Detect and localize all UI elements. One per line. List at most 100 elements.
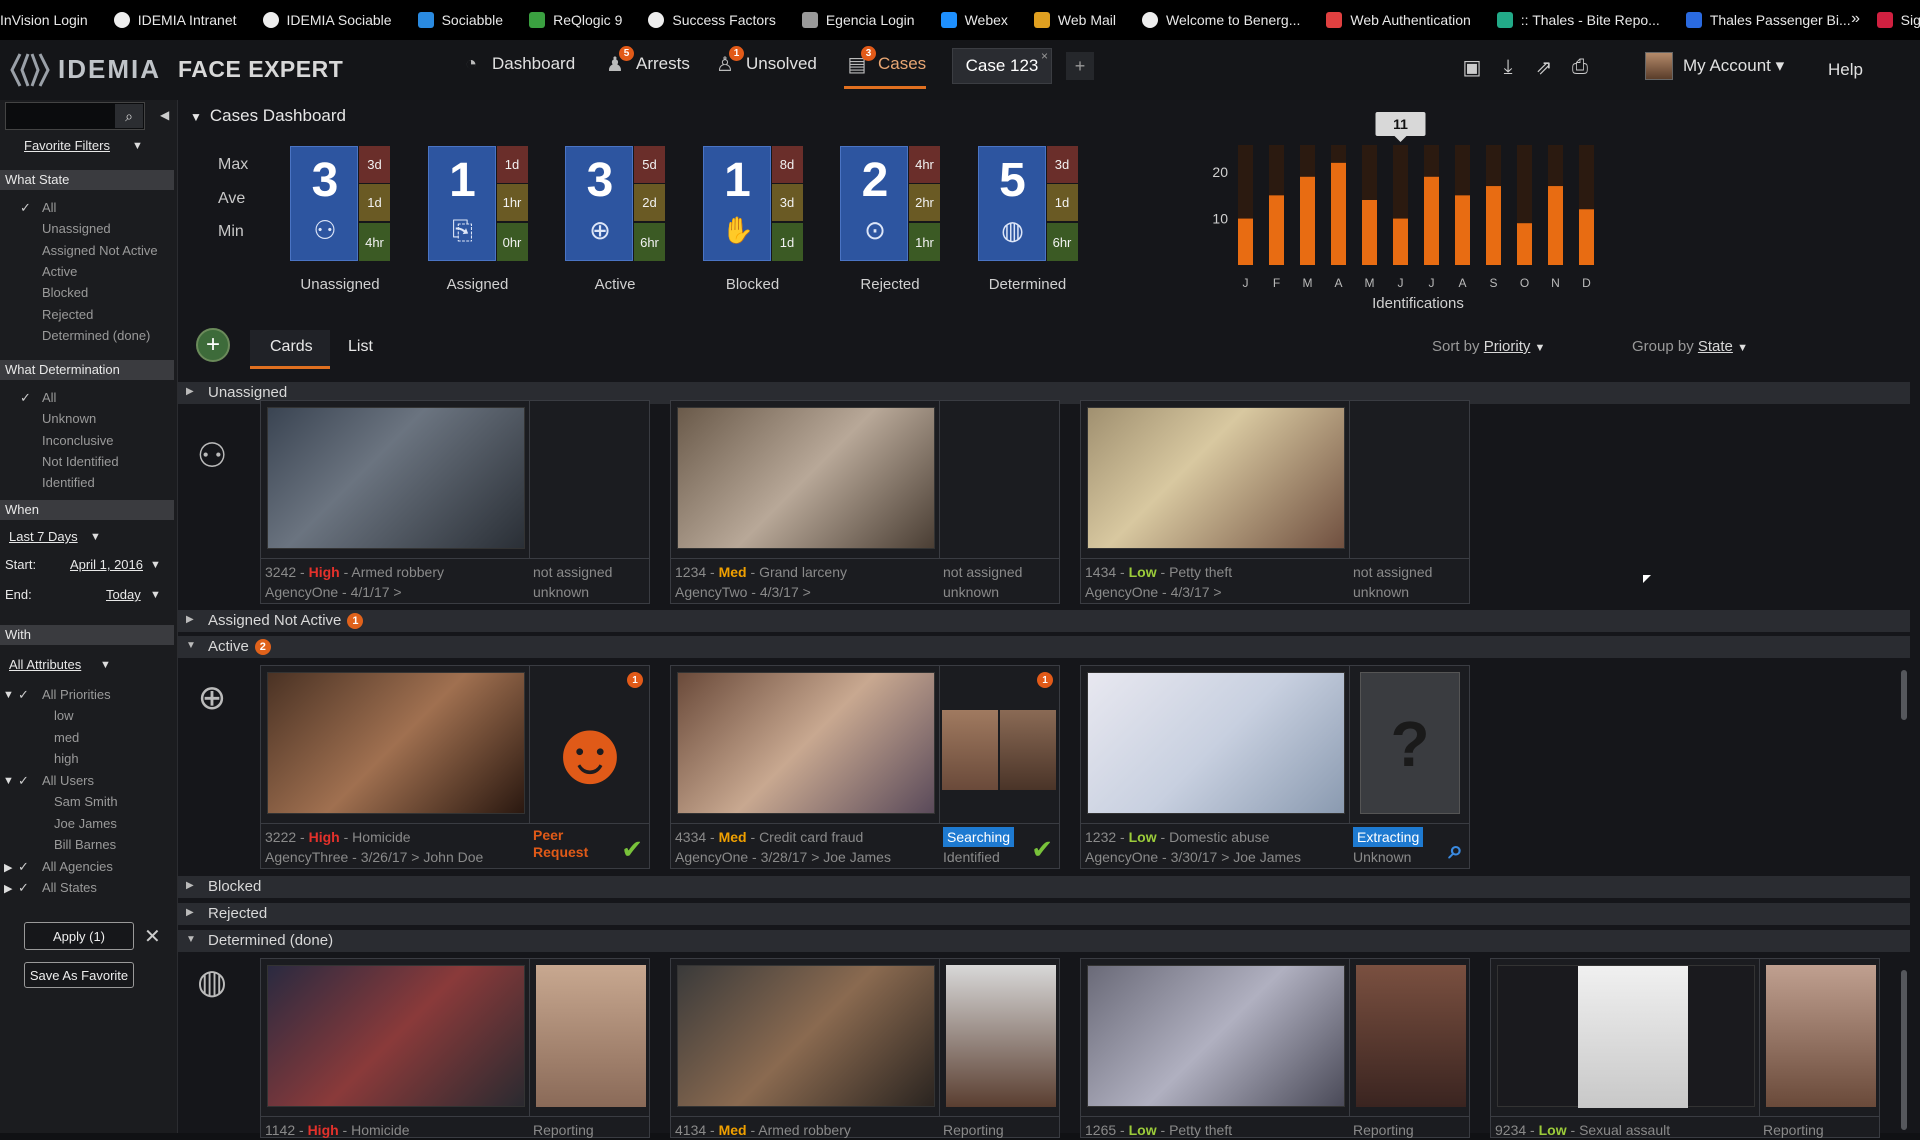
bar-3[interactable] [1331, 162, 1346, 265]
priority-high[interactable]: high [54, 751, 79, 766]
bar-9[interactable] [1517, 223, 1532, 265]
message-icon[interactable]: ▣ [1460, 56, 1484, 79]
determination-filter-item[interactable]: Identified [42, 475, 95, 490]
bookmark-item[interactable]: InVision Login [0, 12, 88, 28]
date-range-dropdown[interactable]: Last 7 Days [9, 529, 78, 544]
match-panel[interactable]: ☻ [529, 666, 650, 823]
expand-arrow-icon[interactable]: ▶ [4, 861, 12, 874]
bar-1[interactable] [1269, 195, 1284, 265]
user-sam-smith[interactable]: Sam Smith [54, 794, 118, 809]
case-card[interactable]: 1265 - Low - Petty theft Reporting [1080, 958, 1470, 1138]
bar-10[interactable] [1548, 186, 1563, 265]
priority-med[interactable]: med [54, 730, 79, 745]
case-photo[interactable] [677, 407, 935, 549]
case-photo[interactable] [1087, 407, 1345, 549]
group-rejected[interactable]: ▶ Rejected [178, 903, 1910, 925]
more-bookmarks-icon[interactable]: » [1851, 10, 1860, 28]
state-filter-item[interactable]: Determined (done) [42, 328, 150, 343]
state-card-determined[interactable]: 5 ◍ 3d 1d 6hr [977, 146, 1078, 261]
bar-8[interactable] [1486, 186, 1501, 265]
group-active[interactable]: ▼ Active 2 [178, 636, 1910, 658]
close-icon[interactable]: × [1041, 49, 1048, 63]
state-card-unassigned[interactable]: 3 ⚇ 3d 1d 4hr [290, 146, 390, 261]
determination-filter-item[interactable]: Inconclusive [42, 433, 114, 448]
scrollbar[interactable] [1901, 670, 1907, 720]
group-blocked[interactable]: ▶ Blocked [178, 876, 1910, 898]
attributes-dropdown[interactable]: All Attributes [9, 657, 81, 672]
bar-5[interactable] [1393, 218, 1408, 265]
state-filter-item[interactable]: Active [42, 264, 77, 279]
group-by-dropdown[interactable]: Group by State ▼ [1632, 338, 1748, 355]
case-agency-link[interactable]: AgencyOne - 4/3/17 > [1085, 582, 1345, 602]
group-assigned_not_active[interactable]: ▶ Assigned Not Active 1 [178, 610, 1910, 632]
case-photo[interactable] [267, 965, 525, 1107]
match-panel[interactable] [1349, 401, 1470, 558]
case-card[interactable]: 3242 - High - Armed robbery AgencyOne - 4… [260, 400, 650, 604]
collapse-sidebar-icon[interactable]: ◀ [160, 108, 169, 122]
case-card[interactable]: 1234 - Med - Grand larceny AgencyTwo - 4/… [670, 400, 1060, 604]
share-icon[interactable]: ⇗ [1532, 56, 1556, 79]
case-agency-link[interactable]: AgencyThree - 3/26/17 > John Doe [265, 847, 525, 867]
bookmark-item[interactable]: IDEMIA Intranet [113, 12, 237, 28]
matched-face[interactable] [946, 965, 1056, 1107]
expand-arrow-icon[interactable]: ▶ [4, 882, 12, 895]
case-photo[interactable] [267, 672, 525, 814]
case-agency-link[interactable]: AgencyOne - 4/1/17 > [265, 582, 525, 602]
bookmark-item[interactable]: IDEMIA Sociable [262, 12, 392, 28]
group-determined[interactable]: ▼ Determined (done) [178, 930, 1910, 952]
expand-arrow-icon[interactable]: ▼ [3, 775, 14, 787]
state-filter-item[interactable]: Rejected [42, 307, 93, 322]
bookmark-item[interactable]: Thales Passenger Bi... [1685, 12, 1851, 28]
case-card[interactable]: 1434 - Low - Petty theft AgencyOne - 4/3/… [1080, 400, 1470, 604]
nav-arrests[interactable]: ♟ 5 Arrests [602, 46, 690, 76]
case-card[interactable]: ☻ 1 3222 - High - Homicide AgencyThree - 3/… [260, 665, 650, 869]
bookmark-item[interactable]: Web Authentication [1326, 12, 1471, 28]
match-panel[interactable] [939, 959, 1060, 1116]
bookmark-item[interactable]: ReQlogic 9 [529, 12, 622, 28]
case-agency-link[interactable]: AgencyTwo - 4/3/17 > [675, 582, 935, 602]
bookmark-item[interactable]: Egencia Login [801, 12, 915, 28]
case-card[interactable]: 1142 - High - Homicide Reporting [260, 958, 650, 1138]
case-card[interactable]: 9234 - Low - Sexual assault Reporting [1490, 958, 1880, 1138]
state-card-assigned[interactable]: 1 ⎘ 1d 1hr 0hr [427, 146, 528, 261]
bar-6[interactable] [1424, 176, 1439, 265]
add-case-button[interactable]: + [196, 328, 230, 362]
my-account-menu[interactable]: My Account ▾ [1645, 52, 1784, 80]
bar-11[interactable] [1579, 209, 1594, 265]
case-photo[interactable] [677, 965, 935, 1107]
start-date-field[interactable]: April 1, 2016 [70, 557, 143, 572]
case-card[interactable]: 1 4334 - Med - Credit card fraud AgencyOne… [670, 665, 1060, 869]
scrollbar[interactable] [1901, 970, 1907, 1130]
tab-list[interactable]: List [348, 338, 373, 356]
bookmark-item[interactable]: Sociabble [417, 12, 503, 28]
case-photo[interactable] [677, 672, 935, 814]
nav-unsolved[interactable]: ♙ 1 Unsolved [712, 46, 817, 76]
search-icon[interactable]: ⌕ [115, 104, 143, 128]
user-joe-james[interactable]: Joe James [54, 816, 117, 831]
bar-0[interactable] [1238, 218, 1253, 265]
bookmark-item[interactable]: :: Thales - Bite Repo... [1496, 12, 1660, 28]
help-link[interactable]: Help [1828, 60, 1863, 80]
print-icon[interactable]: ⎙ [1568, 56, 1592, 78]
agencies-filter[interactable]: All Agencies [42, 859, 113, 874]
candidate-face[interactable] [942, 710, 998, 790]
matched-face[interactable] [1356, 965, 1466, 1107]
determination-filter-item[interactable]: Unknown [42, 411, 96, 426]
match-panel[interactable] [529, 401, 650, 558]
match-panel[interactable] [1349, 959, 1470, 1116]
nav-dashboard[interactable]: ◔ Dashboard [458, 52, 575, 76]
apply-button[interactable]: Apply (1) [24, 922, 134, 950]
bar-2[interactable] [1300, 176, 1315, 265]
case-photo[interactable] [1087, 965, 1345, 1107]
favorite-filters-dropdown[interactable]: Favorite Filters [24, 138, 110, 153]
new-tab-button[interactable]: + [1066, 52, 1094, 80]
tab-case-123[interactable]: Case 123 × [952, 48, 1052, 84]
bookmark-item[interactable]: Webex [940, 12, 1008, 28]
bar-7[interactable] [1455, 195, 1470, 265]
determination-filter-item[interactable]: Not Identified [42, 454, 119, 469]
download-icon[interactable]: ⤓ [1496, 56, 1520, 78]
case-agency-link[interactable]: AgencyOne - 3/28/17 > Joe James [675, 847, 935, 867]
save-favorite-button[interactable]: Save As Favorite [24, 962, 134, 988]
case-photo[interactable] [1497, 965, 1755, 1108]
matched-face[interactable] [1766, 965, 1876, 1107]
